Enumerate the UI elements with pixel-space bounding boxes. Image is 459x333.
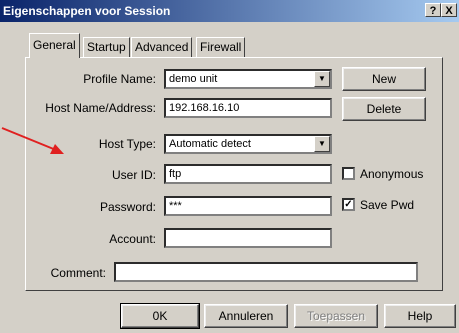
tab-general[interactable]: General bbox=[29, 33, 80, 58]
